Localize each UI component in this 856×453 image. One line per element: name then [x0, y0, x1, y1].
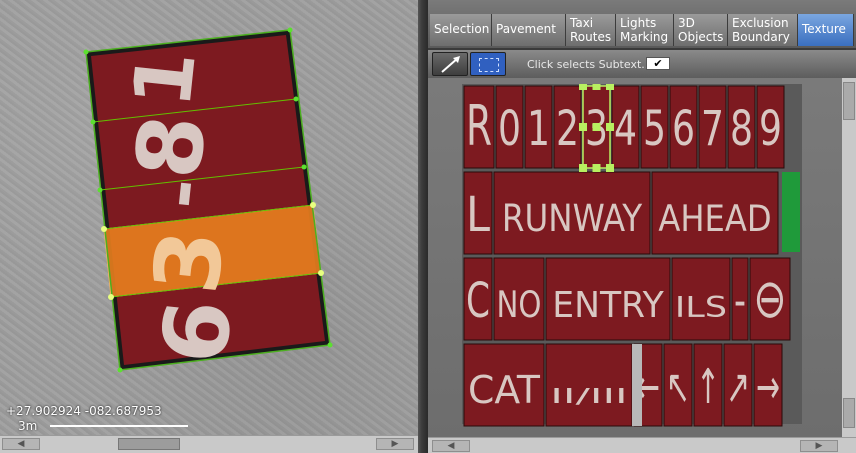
- texture-glyph: 6: [672, 101, 695, 157]
- runway-sign-graphic[interactable]: 1 8 - 3 6: [0, 0, 418, 435]
- texture-glyph: RUNWAY: [502, 196, 643, 240]
- subtext-hint: Click selects Subtext...: [527, 58, 652, 71]
- texture-sheet[interactable]: R0123456789LRUNWAYAHEADCNOENTRYILS-⊖CATI…: [462, 84, 802, 432]
- vertex-handle: [287, 27, 293, 33]
- map-viewport[interactable]: 1 8 - 3 6 +27.902924 -082.687953 3m: [0, 0, 418, 435]
- selection-handle[interactable]: [606, 164, 614, 172]
- texture-toolbar: Click selects Subtext... ✔: [428, 50, 856, 78]
- selection-handle[interactable]: [592, 164, 601, 172]
- scroll-right-arrow-icon[interactable]: ▶: [376, 438, 414, 450]
- vertex-handle: [318, 270, 324, 276]
- subtext-checkbox[interactable]: ✔: [646, 57, 670, 70]
- texture-glyph: 4: [614, 101, 637, 157]
- texture-glyph: L: [466, 187, 490, 243]
- selection-handle[interactable]: [592, 84, 601, 90]
- marquee-icon: [479, 58, 499, 72]
- select-arrow-tool[interactable]: [432, 52, 468, 76]
- marquee-select-tool[interactable]: [470, 52, 506, 76]
- tab-taxi-routes[interactable]: Taxi Routes: [566, 14, 616, 46]
- scroll-left-arrow-icon[interactable]: ◀: [432, 440, 470, 452]
- texture-glyph: →: [756, 359, 780, 415]
- vertex-handle: [97, 187, 103, 193]
- texture-glyph: NO: [497, 283, 542, 326]
- tab-exclusion-boundary[interactable]: Exclusion Boundary: [728, 14, 798, 46]
- vertex-handle: [108, 294, 114, 300]
- selection-handle[interactable]: [606, 84, 614, 90]
- selection-handle[interactable]: [606, 123, 614, 131]
- texture-glyph: CAT: [468, 368, 541, 413]
- tab-lights-marking[interactable]: Lights Marking: [616, 14, 674, 46]
- sign-char: 3: [134, 225, 245, 298]
- texture-glyph: ↗: [726, 359, 750, 415]
- scale-label: 3m: [18, 419, 38, 433]
- texture-glyph: ↑: [696, 359, 720, 415]
- tab-pavement[interactable]: Pavement: [492, 14, 566, 46]
- map-horizontal-scrollbar[interactable]: ◀ ▶: [0, 435, 418, 453]
- sign-char: 8: [116, 110, 227, 183]
- vertex-handle: [327, 342, 333, 348]
- sign-char: 6: [142, 295, 253, 368]
- selection-handle[interactable]: [579, 123, 587, 131]
- texture-glyph: ↖: [666, 359, 690, 415]
- vertex-handle: [83, 49, 89, 55]
- vertex-handle: [90, 119, 96, 125]
- texture-glyph: 7: [701, 101, 724, 157]
- texture-glyph: C: [466, 273, 490, 329]
- scroll-thumb[interactable]: [118, 438, 180, 450]
- texture-glyph: 9: [759, 101, 782, 157]
- tab-bar: Selection Pavement Taxi Routes Lights Ma…: [428, 0, 856, 48]
- scroll-left-arrow-icon[interactable]: ◀: [2, 438, 40, 450]
- texture-glyph: II/III: [550, 384, 627, 408]
- pane-splitter[interactable]: [418, 0, 428, 453]
- texture-glyph: ILS: [675, 291, 727, 324]
- texture-horizontal-scrollbar[interactable]: ◀ ▶: [428, 437, 856, 453]
- green-separator-tile[interactable]: [782, 172, 800, 252]
- vertex-handle: [310, 202, 316, 208]
- coordinate-readout: +27.902924 -082.687953: [6, 404, 162, 418]
- vertex-handle: [117, 367, 123, 373]
- scroll-right-arrow-icon[interactable]: ▶: [800, 440, 838, 452]
- selection-handle[interactable]: [592, 123, 601, 131]
- grey-separator-tile[interactable]: [632, 344, 642, 426]
- texture-glyph: 5: [643, 101, 666, 157]
- texture-glyph: 8: [730, 101, 753, 157]
- texture-glyph: 2: [556, 101, 579, 157]
- texture-glyph: AHEAD: [658, 197, 771, 240]
- texture-glyph: -: [734, 273, 746, 329]
- tab-texture[interactable]: Texture: [798, 14, 854, 46]
- scroll-thumb[interactable]: [843, 82, 855, 120]
- texture-glyph: R: [466, 94, 492, 159]
- vertex-handle: [301, 164, 307, 170]
- tab-3d-objects[interactable]: 3D Objects: [674, 14, 728, 46]
- vertex-handle: [293, 96, 299, 102]
- texture-glyph: ⊖: [753, 267, 786, 330]
- vertex-handle: [101, 226, 107, 232]
- texture-panel: Selection Pavement Taxi Routes Lights Ma…: [428, 0, 856, 453]
- arrow-cursor-icon: [441, 56, 460, 73]
- texture-vertical-scrollbar[interactable]: [842, 78, 856, 437]
- texture-glyph: 1: [527, 101, 550, 157]
- scale-bar: [50, 425, 188, 427]
- texture-glyph: ENTRY: [552, 285, 664, 326]
- texture-canvas[interactable]: R0123456789LRUNWAYAHEADCNOENTRYILS-⊖CATI…: [428, 78, 842, 437]
- tab-selection[interactable]: Selection: [430, 14, 492, 46]
- texture-glyph: 0: [498, 101, 521, 157]
- scroll-thumb-lower[interactable]: [843, 398, 855, 428]
- selection-handle[interactable]: [579, 84, 587, 90]
- sign-char: 1: [115, 47, 213, 112]
- selection-handle[interactable]: [579, 164, 587, 172]
